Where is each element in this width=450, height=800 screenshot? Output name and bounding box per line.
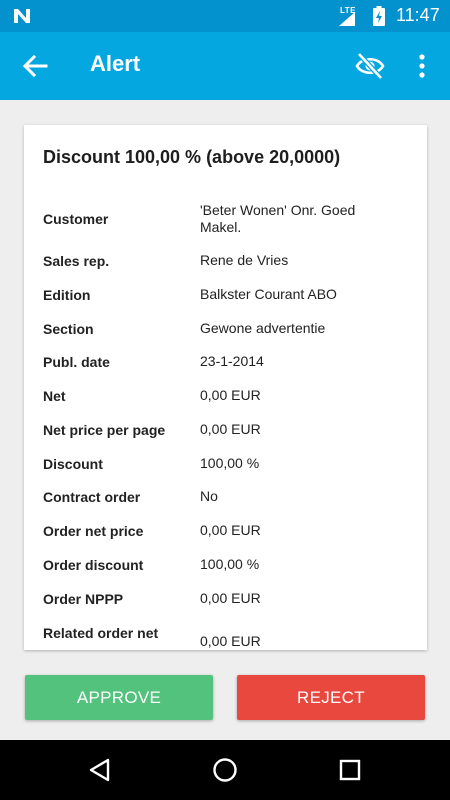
field-value: 0,00 EUR	[200, 633, 261, 649]
notification-n-icon	[14, 9, 30, 23]
field-value: 'Beter Wonen' Onr. Goed Makel.	[200, 202, 356, 235]
signal-icon	[339, 12, 355, 26]
field-label: Discount	[43, 456, 103, 472]
field-value: No	[200, 488, 218, 504]
field-label: Order discount	[43, 557, 144, 573]
field-label: Section	[43, 321, 94, 337]
field-value: 0,00 EUR	[200, 421, 261, 437]
field-value: 100,00 %	[200, 455, 260, 471]
field-value: Rene de Vries	[200, 252, 289, 268]
home-circle-icon[interactable]	[211, 756, 239, 784]
field-value: 23-1-2014	[200, 353, 264, 369]
field-value: 0,00 EUR	[200, 522, 261, 538]
field-label: Sales rep.	[43, 253, 110, 269]
field-label: Net price per page	[43, 422, 166, 438]
approve-button[interactable]: APPROVE	[25, 675, 213, 720]
alert-heading: Discount 100,00 % (above 20,0000)	[43, 147, 341, 167]
field-value: 0,00 EUR	[200, 387, 261, 403]
field-label: Customer	[43, 211, 109, 227]
field-value: 0,00 EUR	[200, 590, 261, 606]
back-triangle-icon[interactable]	[86, 756, 114, 784]
app-bar: Alert	[0, 32, 450, 100]
field-label: Net	[43, 388, 66, 404]
field-label: Edition	[43, 287, 91, 303]
recents-square-icon[interactable]	[336, 756, 364, 784]
reject-button[interactable]: REJECT	[237, 675, 425, 720]
field-value: Gewone advertentie	[200, 320, 326, 336]
field-label: Publ. date	[43, 354, 110, 370]
status-bar: LTE 11:47	[0, 0, 450, 32]
alert-card: Discount 100,00 % (above 20,0000) Custom…	[24, 125, 427, 650]
page-title: Alert	[90, 51, 141, 76]
field-label: Related order net	[43, 625, 159, 641]
back-arrow-icon[interactable]	[20, 52, 50, 80]
field-value: 100,00 %	[200, 556, 260, 572]
clock: 11:47	[396, 5, 440, 25]
field-value: Balkster Courant ABO	[200, 286, 337, 302]
battery-charging-icon	[373, 6, 385, 26]
field-label: Order NPPP	[43, 591, 124, 607]
more-vert-icon[interactable]	[412, 51, 432, 81]
eye-off-icon[interactable]	[354, 51, 386, 81]
field-label: Contract order	[43, 489, 141, 505]
field-label: Order net price	[43, 523, 144, 539]
system-nav-bar	[0, 740, 450, 800]
